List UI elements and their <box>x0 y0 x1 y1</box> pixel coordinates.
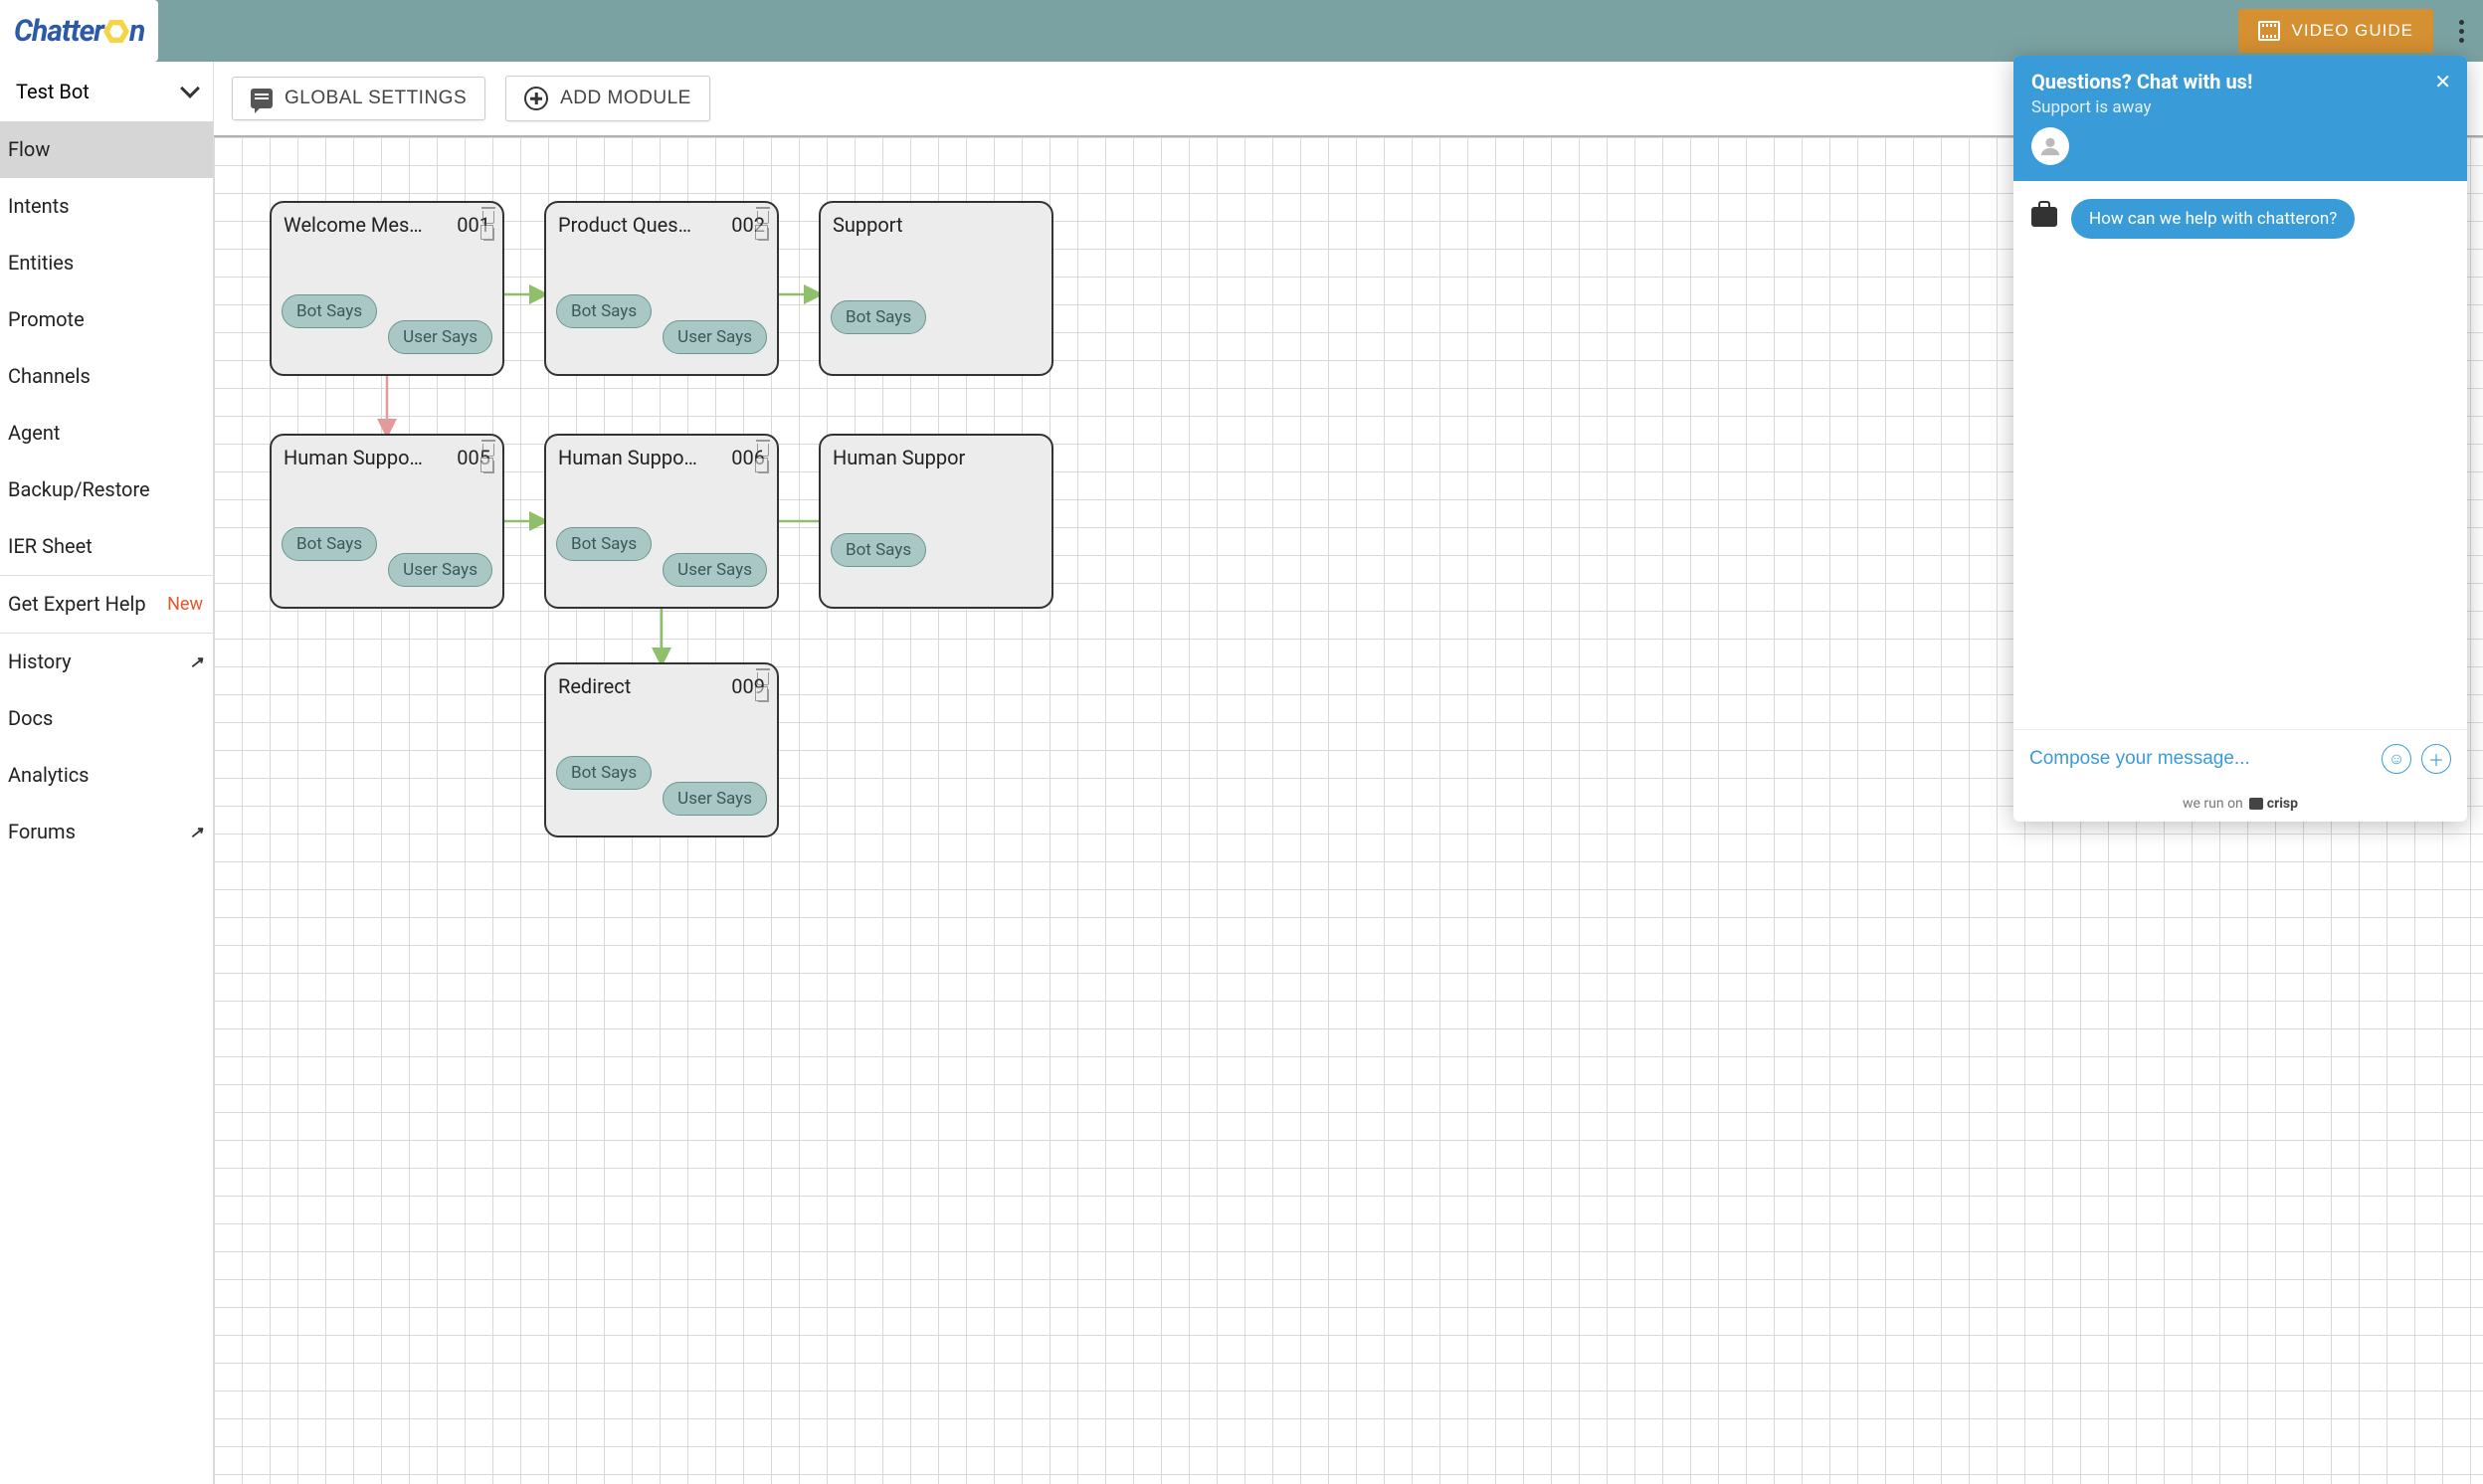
bot-says-pill[interactable]: Bot Says <box>556 294 652 328</box>
trash-icon[interactable] <box>757 672 769 685</box>
crisp-badge[interactable]: crisp <box>2249 796 2298 812</box>
sidebar: Test Bot Flow Intents Entities Promote C… <box>0 62 214 1484</box>
chat-bot-message: How can we help with chatteron? <box>2071 199 2355 239</box>
trash-icon[interactable] <box>757 211 769 224</box>
node-title: Human Support <box>284 446 423 469</box>
sidebar-item-docs[interactable]: Docs <box>0 690 213 747</box>
node-title: Redirect <box>558 674 631 698</box>
node-human-support[interactable]: Human Support 005 Bot Says User Says <box>270 434 504 609</box>
user-says-pill[interactable]: User Says <box>663 782 767 816</box>
support-chat-widget: Questions? Chat with us! Support is away… <box>2013 56 2467 822</box>
sidebar-item-intents[interactable]: Intents <box>0 178 213 235</box>
sidebar-item-forums[interactable]: Forums ↗ <box>0 804 213 860</box>
app-header: Chatter n VIDEO GUIDE <box>0 0 2483 62</box>
node-human-support-2[interactable]: Human Support 2 006 Bot Says User Says <box>544 434 779 609</box>
logo: Chatter n <box>0 0 158 62</box>
chat-subtitle: Support is away <box>2031 97 2449 117</box>
bot-name: Test Bot <box>16 80 90 103</box>
node-title: Human Support 2 <box>558 446 697 469</box>
copy-icon[interactable] <box>483 228 494 241</box>
video-guide-button[interactable]: VIDEO GUIDE <box>2238 9 2433 53</box>
external-link-icon: ↗ <box>190 823 203 841</box>
sidebar-item-expert-help[interactable]: Get Expert Help New <box>0 575 213 633</box>
avatar <box>2031 127 2069 165</box>
sidebar-item-promote[interactable]: Promote <box>0 291 213 348</box>
chevron-down-icon <box>180 79 200 98</box>
video-guide-label: VIDEO GUIDE <box>2292 21 2413 41</box>
bot-says-pill[interactable]: Bot Says <box>282 294 377 328</box>
trash-icon[interactable] <box>757 444 769 457</box>
kebab-menu-button[interactable] <box>2451 20 2471 43</box>
new-badge: New <box>167 594 203 615</box>
node-title: Product Quest ... <box>558 213 697 237</box>
node-human-support-3[interactable]: Human Suppor Bot Says <box>819 434 1053 609</box>
trash-icon[interactable] <box>482 444 494 457</box>
briefcase-icon <box>2031 207 2057 227</box>
chat-footer: we run on crisp <box>2013 788 2467 822</box>
copy-icon[interactable] <box>483 461 494 473</box>
chat-icon <box>251 89 273 108</box>
user-says-pill[interactable]: User Says <box>663 553 767 587</box>
sidebar-item-backup-restore[interactable]: Backup/Restore <box>0 462 213 518</box>
user-says-pill[interactable]: User Says <box>663 320 767 354</box>
bot-says-pill[interactable]: Bot Says <box>556 527 652 561</box>
sidebar-item-ier-sheet[interactable]: IER Sheet <box>0 518 213 575</box>
film-icon <box>2258 21 2280 41</box>
add-module-button[interactable]: ADD MODULE <box>505 76 710 121</box>
copy-icon[interactable] <box>758 228 769 241</box>
copy-icon[interactable] <box>758 689 769 702</box>
chat-header: Questions? Chat with us! Support is away… <box>2013 56 2467 181</box>
node-welcome-message[interactable]: Welcome Message 001 Bot Says User Says <box>270 201 504 376</box>
sidebar-item-flow[interactable]: Flow <box>0 121 213 178</box>
bot-says-pill[interactable]: Bot Says <box>282 527 377 561</box>
bot-says-pill[interactable]: Bot Says <box>556 756 652 790</box>
logo-hex-icon <box>103 19 129 45</box>
attach-button[interactable]: ＋ <box>2421 744 2451 774</box>
node-support[interactable]: Support Bot Says <box>819 201 1053 376</box>
node-title: Human Suppor <box>833 446 965 469</box>
copy-icon[interactable] <box>758 461 769 473</box>
close-icon[interactable]: ✕ <box>2434 70 2451 93</box>
sidebar-item-agent[interactable]: Agent <box>0 405 213 462</box>
bot-selector[interactable]: Test Bot <box>0 62 213 121</box>
external-link-icon: ↗ <box>190 652 203 671</box>
emoji-button[interactable]: ☺ <box>2382 744 2411 774</box>
chat-title: Questions? Chat with us! <box>2031 70 2449 93</box>
user-says-pill[interactable]: User Says <box>388 553 492 587</box>
global-settings-button[interactable]: GLOBAL SETTINGS <box>232 77 485 120</box>
chat-body: How can we help with chatteron? <box>2013 181 2467 729</box>
node-title: Welcome Message <box>284 213 423 237</box>
chat-input-row: ☺ ＋ <box>2013 729 2467 788</box>
user-says-pill[interactable]: User Says <box>388 320 492 354</box>
node-redirect[interactable]: Redirect 009 Bot Says User Says <box>544 662 779 837</box>
bot-says-pill[interactable]: Bot Says <box>831 300 926 334</box>
plus-circle-icon <box>524 87 548 110</box>
sidebar-item-entities[interactable]: Entities <box>0 235 213 291</box>
node-title: Support <box>833 213 903 237</box>
bot-says-pill[interactable]: Bot Says <box>831 533 926 567</box>
trash-icon[interactable] <box>482 211 494 224</box>
sidebar-item-analytics[interactable]: Analytics <box>0 747 213 804</box>
sidebar-item-channels[interactable]: Channels <box>0 348 213 405</box>
logo-text-1: Chatter <box>14 14 103 49</box>
chat-message-input[interactable] <box>2029 748 2372 770</box>
logo-text-2: n <box>129 14 144 49</box>
sidebar-item-history[interactable]: History ↗ <box>0 633 213 690</box>
node-product-quest[interactable]: Product Quest ... 002 Bot Says User Says <box>544 201 779 376</box>
